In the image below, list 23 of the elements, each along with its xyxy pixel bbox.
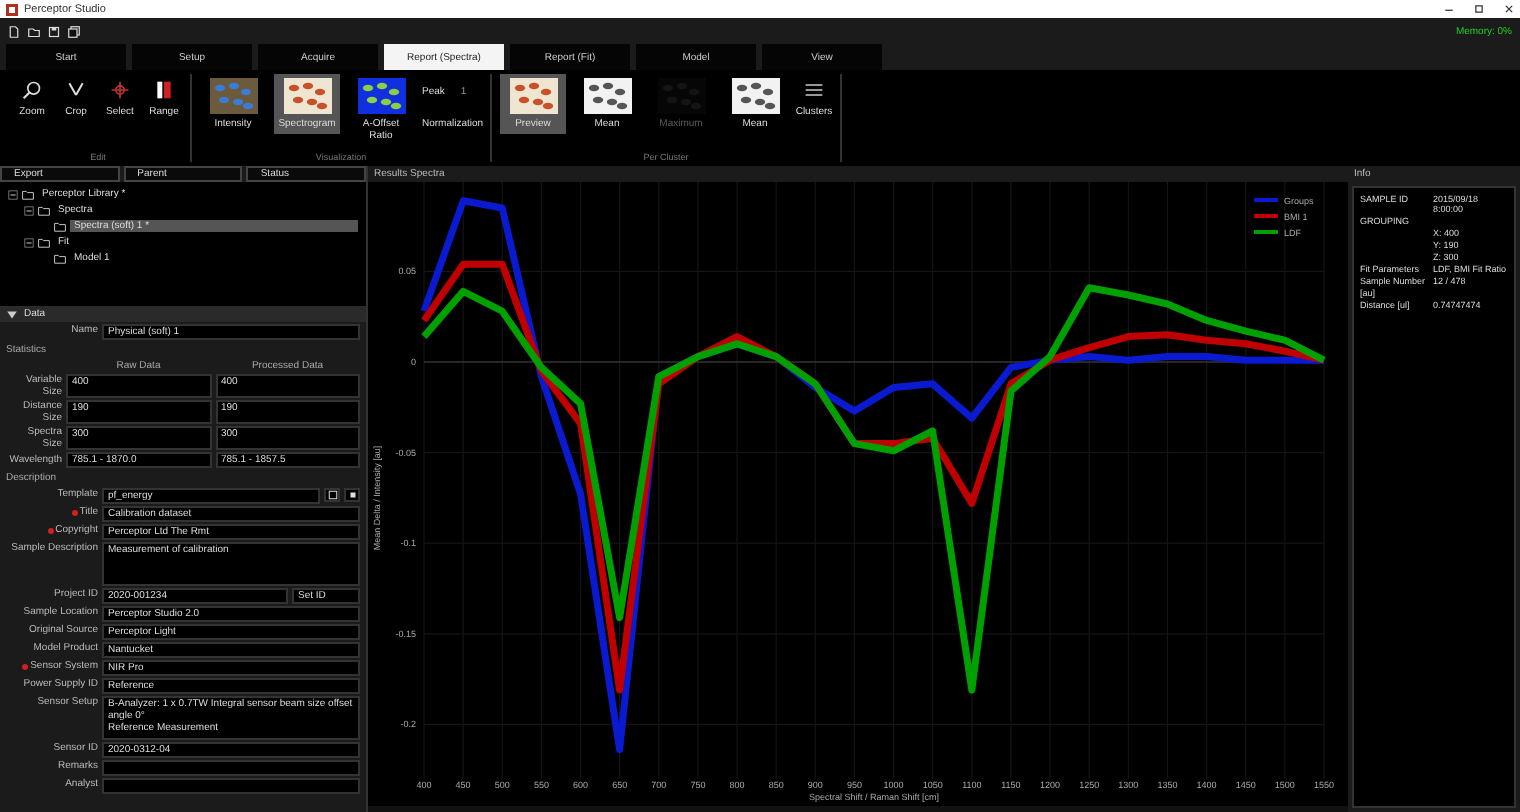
minimize-icon[interactable]: [1444, 4, 1454, 14]
search-icon: [22, 80, 42, 100]
crosshair-icon: [110, 80, 130, 100]
new-file-icon[interactable]: [8, 25, 20, 37]
scatter-thumbnail-icon: [283, 78, 331, 114]
expander-icon[interactable]: [24, 237, 34, 247]
input-field[interactable]: [102, 760, 360, 776]
close-icon[interactable]: [1504, 4, 1514, 14]
delete-icon[interactable]: [344, 488, 360, 502]
save-icon[interactable]: [324, 488, 340, 502]
range-flag-icon: [154, 80, 174, 100]
maximize-icon[interactable]: [1474, 4, 1484, 14]
scatter-thumbnail-icon: [509, 78, 557, 114]
scatter-thumbnail-icon: [583, 78, 631, 114]
expander-icon[interactable]: [24, 205, 34, 215]
save-all-icon[interactable]: [68, 25, 80, 37]
list-icon: [804, 80, 824, 100]
input-field[interactable]: [102, 778, 360, 794]
scatter-thumbnail-icon: [357, 78, 405, 114]
scatter-thumbnail-icon: [209, 78, 257, 114]
scatter-thumbnail-icon: [731, 78, 779, 114]
open-file-icon[interactable]: [28, 25, 40, 37]
expander-icon[interactable]: [8, 189, 18, 199]
